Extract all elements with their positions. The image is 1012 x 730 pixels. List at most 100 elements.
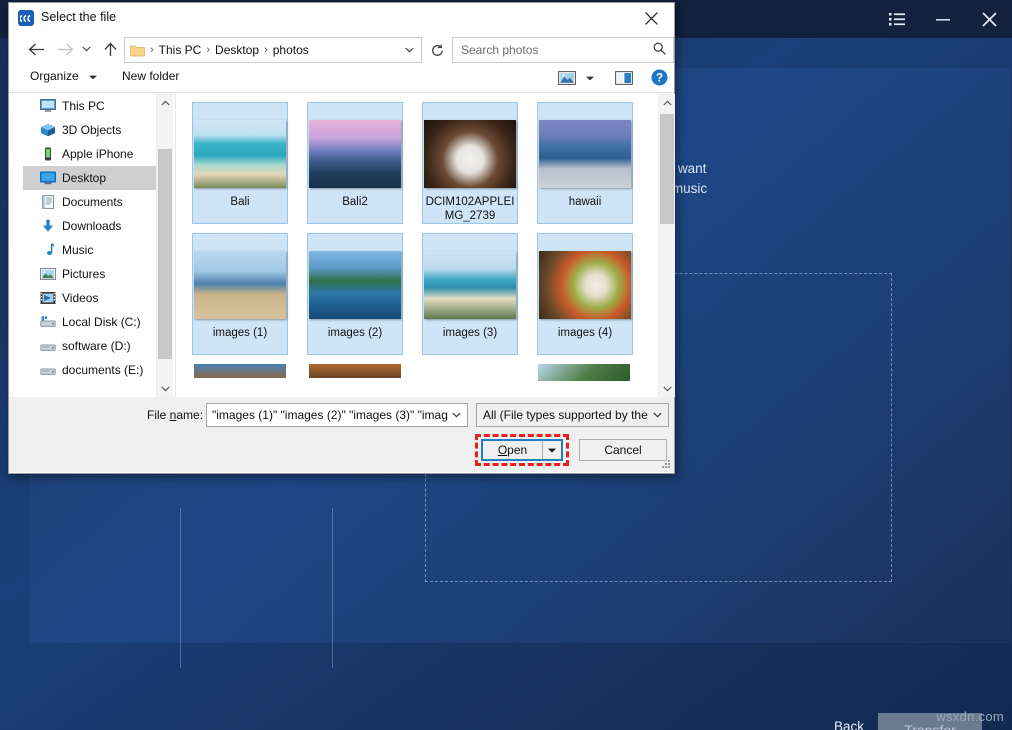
sidebar-item-videos[interactable]: Videos [23, 286, 156, 310]
close-icon[interactable] [966, 0, 1012, 38]
search-icon[interactable] [653, 42, 666, 58]
search-input[interactable]: Search photos [452, 37, 674, 63]
pane-splitter[interactable] [175, 94, 176, 397]
list-item[interactable] [422, 364, 518, 380]
list-item[interactable] [192, 364, 288, 380]
dialog-close-icon[interactable] [628, 3, 674, 33]
organize-chevron-down-icon[interactable] [89, 73, 97, 82]
svg-text:?: ? [656, 73, 663, 85]
sidebar-item-label: software (D:) [62, 339, 131, 353]
file-grid: Bali Bali2 DCIM102APPLEIMG_2739hawaii imag… [192, 102, 632, 391]
file-name-input[interactable]: "images (1)" "images (2)" "images (3)" "… [206, 403, 468, 427]
sidebar-item-downloads[interactable]: Downloads [23, 214, 156, 238]
file-tile[interactable]: Bali2 [307, 102, 403, 224]
file-name-value: "images (1)" "images (2)" "images (3)" "… [212, 408, 448, 422]
sidebar-scrollbar[interactable] [156, 94, 173, 397]
open-button-group[interactable]: Open [481, 439, 563, 461]
file-name-label: images (2) [308, 326, 402, 340]
minimize-icon[interactable] [920, 0, 966, 38]
file-name-label: hawaii [538, 195, 632, 209]
document-icon [39, 194, 56, 210]
file-name-label-post: ame: [176, 408, 203, 422]
sidebar-scroll-down-icon[interactable] [157, 380, 173, 397]
watermark: wsxdn.com [936, 709, 1004, 724]
file-name-label: Bali [193, 195, 287, 209]
thumbnail-partial [194, 364, 286, 378]
file-name-label: Bali2 [308, 195, 402, 209]
change-view-icon[interactable] [558, 70, 576, 89]
file-tile[interactable]: DCIM102APPLEIMG_2739 [422, 102, 518, 224]
list-item[interactable] [307, 364, 403, 380]
open-label-key: O [498, 443, 507, 457]
open-button[interactable]: Open [483, 441, 542, 459]
sidebar-item-label: Local Disk (C:) [62, 315, 141, 329]
cancel-button[interactable]: Cancel [579, 439, 667, 461]
sidebar-item-3d-objects[interactable]: 3D Objects [23, 118, 156, 142]
sidebar-item-music[interactable]: Music [23, 238, 156, 262]
file-thumbnail [424, 120, 516, 188]
address-bar[interactable]: › This PC › Desktop › photos [124, 37, 422, 63]
file-row-partial [192, 364, 632, 382]
file-type-select[interactable]: All (File types supported by the [476, 403, 669, 427]
file-list-pane[interactable]: Bali Bali2 DCIM102APPLEIMG_2739hawaii imag… [179, 94, 657, 397]
new-folder-button[interactable]: New folder [122, 69, 179, 83]
sidebar-item-apple-iphone[interactable]: Apple iPhone [23, 142, 156, 166]
dialog-footer: File name: "images (1)" "images (2)" "im… [9, 397, 674, 472]
file-list-scrollbar[interactable] [658, 94, 675, 397]
sidebar-item-documents-e[interactable]: documents (E:) [23, 358, 156, 382]
back-arrow-icon[interactable] [23, 36, 49, 62]
recent-locations-chevron-icon[interactable] [77, 36, 95, 62]
breadcrumb-item-desktop[interactable]: Desktop [213, 43, 261, 57]
sidebar-item-label: Downloads [62, 219, 121, 233]
sidebar-item-software-d[interactable]: software (D:) [23, 334, 156, 358]
menu-icon[interactable] [874, 0, 920, 38]
breadcrumb-item-photos[interactable]: photos [271, 43, 311, 57]
list-item[interactable] [536, 364, 632, 382]
dialog-titlebar: Select the file [9, 3, 674, 33]
file-type-chevron-down-icon[interactable] [653, 410, 662, 421]
open-split-caret-icon[interactable] [542, 441, 561, 459]
address-chevron-down-icon[interactable] [405, 45, 414, 56]
file-tile[interactable]: Bali [192, 102, 288, 224]
file-name-chevron-down-icon[interactable] [452, 410, 461, 421]
help-icon[interactable]: ? [651, 69, 668, 89]
back-link[interactable]: Back [834, 719, 864, 730]
drive-icon [39, 338, 56, 354]
breadcrumb-separator: › [147, 44, 157, 56]
sidebar-item-documents[interactable]: Documents [23, 190, 156, 214]
file-tile[interactable]: images (1) [192, 233, 288, 355]
file-tile[interactable]: images (3) [422, 233, 518, 355]
sidebar-item-desktop[interactable]: Desktop [23, 166, 156, 190]
organize-button[interactable]: Organize [30, 69, 79, 83]
navigation-sidebar[interactable]: This PC3D ObjectsApple iPhoneDesktopDocu… [23, 94, 156, 397]
file-name-label: images (1) [193, 326, 287, 340]
sidebar-scroll-up-icon[interactable] [157, 94, 173, 111]
file-tile[interactable]: hawaii [537, 102, 633, 224]
sidebar-item-local-disk-c[interactable]: Local Disk (C:) [23, 310, 156, 334]
file-scroll-up-icon[interactable] [659, 94, 675, 111]
view-chevron-down-icon[interactable] [586, 74, 594, 83]
sidebar-item-pictures[interactable]: Pictures [23, 262, 156, 286]
sidebar-item-this-pc[interactable]: This PC [23, 94, 156, 118]
dialog-toolbar: Organize New folder ? [9, 65, 674, 93]
desktop-icon [39, 170, 56, 186]
preview-pane-icon[interactable] [615, 70, 633, 89]
resize-grip[interactable] [662, 460, 671, 469]
refresh-icon[interactable] [424, 37, 450, 63]
file-tile[interactable]: images (4) [537, 233, 633, 355]
file-name-label: File name: [147, 408, 203, 422]
file-scroll-down-icon[interactable] [659, 380, 675, 397]
breadcrumb-separator: › [261, 44, 271, 56]
app-icon [18, 10, 34, 26]
file-tile[interactable]: images (2) [307, 233, 403, 355]
cube-icon [39, 122, 56, 138]
file-name-label-pre: File [147, 408, 170, 422]
breadcrumb-item-this-pc[interactable]: This PC [157, 43, 204, 57]
up-arrow-icon[interactable] [97, 36, 123, 62]
file-name-label: images (3) [423, 326, 517, 340]
sidebar-scroll-thumb[interactable] [158, 149, 172, 359]
sidebar-item-label: Music [62, 243, 93, 257]
monitor-icon [39, 98, 56, 114]
file-scroll-thumb[interactable] [660, 114, 674, 224]
hard-drive-icon [39, 314, 56, 330]
